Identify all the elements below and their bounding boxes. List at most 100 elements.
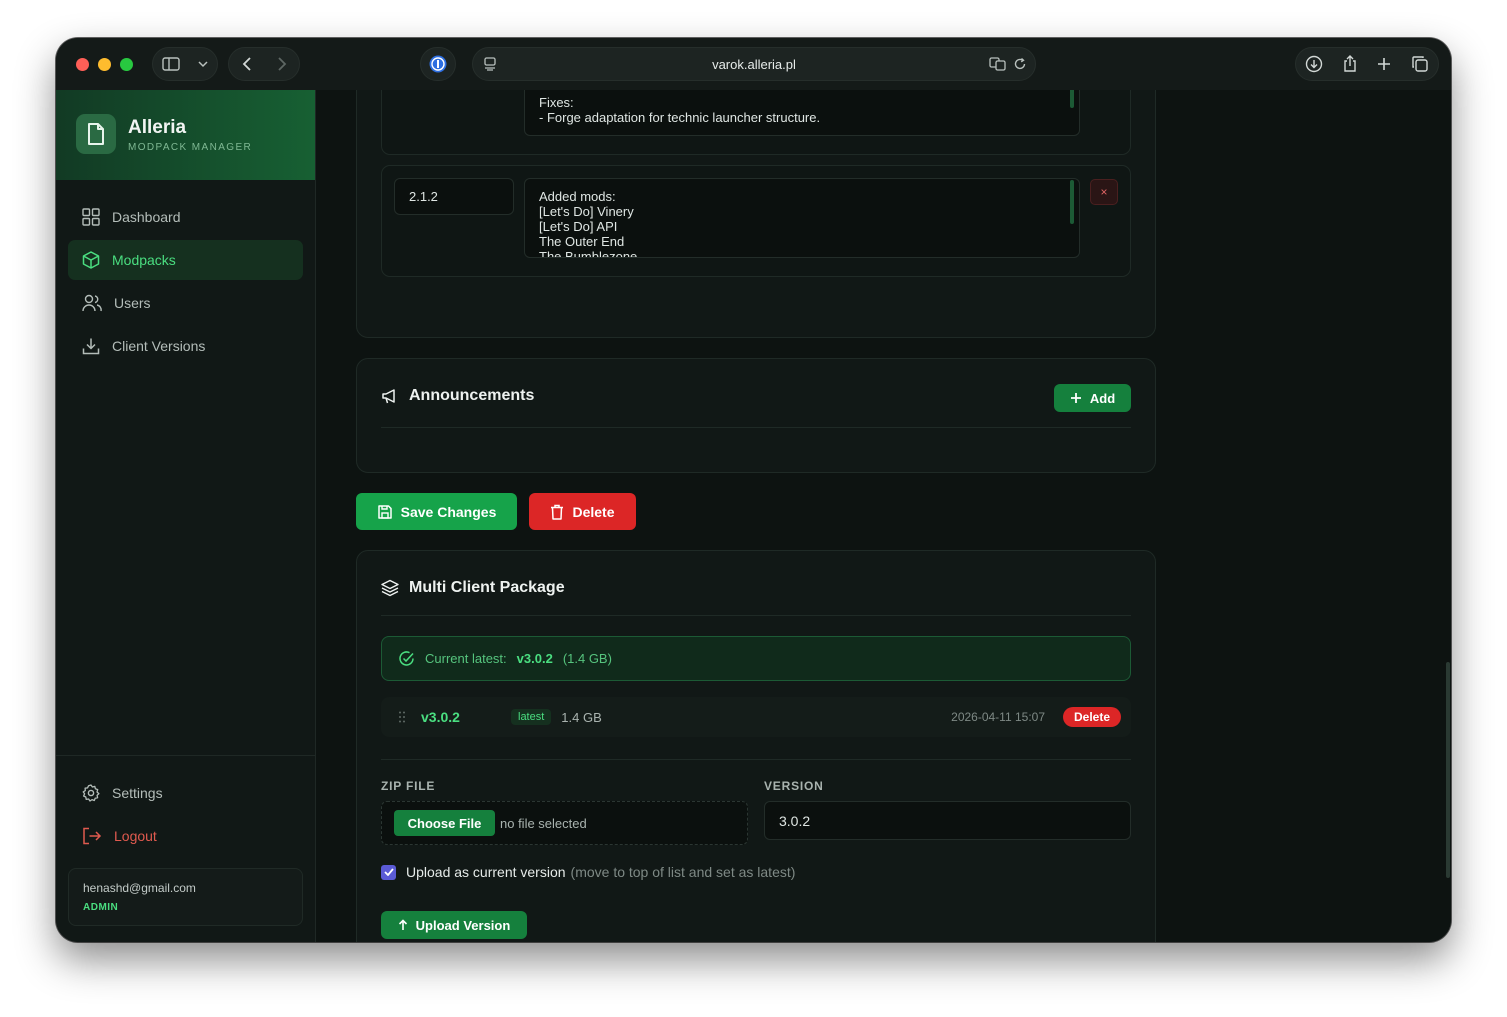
brand-subtitle: MODPACK MANAGER [128, 142, 253, 153]
password-manager-icon [429, 55, 447, 73]
announcements-title: Announcements [381, 387, 534, 405]
upload-current-label: Upload as current version [406, 864, 566, 880]
trash-icon [551, 504, 564, 520]
card-divider [381, 427, 1131, 428]
page-scrollbar[interactable] [1446, 662, 1450, 878]
plus-icon [1070, 393, 1081, 403]
current-latest-banner: Current latest: v3.0.2 (1.4 GB) [381, 636, 1131, 681]
history-nav-group[interactable] [228, 47, 300, 81]
back-icon[interactable] [242, 57, 252, 71]
close-window-button[interactable] [76, 58, 89, 71]
layers-icon [381, 579, 399, 597]
browser-toolbar: varok.alleria.pl [56, 38, 1451, 90]
save-icon [377, 504, 392, 519]
changelog-notes-textarea[interactable]: Added mods: [Let's Do] Vinery [Let's Do]… [524, 178, 1080, 258]
textarea-scrollbar[interactable] [1070, 90, 1074, 108]
check-circle-icon [399, 651, 414, 666]
sidebar-toggle-group[interactable] [152, 47, 218, 81]
changelog-version-input[interactable]: 2.1.2 [394, 178, 514, 215]
arrow-up-icon [398, 919, 407, 930]
brand-title: Alleria [128, 117, 187, 138]
sidebar-toggle-icon[interactable] [162, 57, 180, 71]
delete-version-button[interactable]: Delete [1063, 707, 1121, 727]
changelog-notes-textarea[interactable]: Fixes: - Forge adaptation for technic la… [524, 90, 1080, 136]
nav-label: Client Versions [112, 338, 206, 354]
tab-overview-icon[interactable] [1411, 55, 1429, 73]
url-text[interactable]: varok.alleria.pl [473, 57, 1035, 72]
current-latest-version: v3.0.2 [516, 651, 553, 666]
zoom-window-button[interactable] [120, 58, 133, 71]
upload-current-hint: (move to top of list and set as latest) [570, 864, 796, 880]
sidebar-divider [56, 755, 315, 756]
nav-label: Users [114, 295, 151, 311]
gear-icon [82, 784, 100, 802]
zip-file-label: ZIP FILE [381, 779, 436, 793]
save-label: Save Changes [400, 503, 497, 520]
forward-icon[interactable] [277, 57, 287, 71]
address-bar[interactable]: varok.alleria.pl [472, 47, 1036, 81]
upload-version-button[interactable]: Upload Version [381, 911, 527, 939]
nav-item-client-versions[interactable]: Client Versions [68, 326, 303, 366]
download-icon [82, 338, 100, 355]
grid-icon [82, 208, 100, 226]
current-latest-size: (1.4 GB) [562, 651, 612, 666]
upload-current-option[interactable]: Upload as current version (move to top o… [381, 864, 795, 880]
nav-item-users[interactable]: Users [68, 283, 303, 323]
upload-current-checkbox[interactable] [381, 864, 396, 880]
logout-icon [83, 827, 102, 845]
add-label: Add [1089, 390, 1116, 406]
nav-item-modpacks[interactable]: Modpacks [68, 240, 303, 280]
version-label: VERSION [764, 779, 824, 793]
card-divider [381, 759, 1131, 760]
zip-file-input[interactable]: Choose File no file selected [381, 801, 748, 845]
minimize-window-button[interactable] [98, 58, 111, 71]
toolbar-actions-group [1295, 47, 1439, 81]
changelog-card: Fixes: - Forge adaptation for technic la… [356, 90, 1156, 338]
chevron-down-icon[interactable] [198, 60, 208, 68]
downloads-icon[interactable] [1305, 55, 1323, 73]
delete-label: Delete [572, 503, 615, 520]
multi-client-title-text: Multi Client Package [409, 579, 565, 596]
nav-label: Dashboard [112, 209, 181, 225]
megaphone-icon [382, 389, 395, 404]
nav-item-settings[interactable]: Settings [68, 773, 303, 813]
main-content: Fixes: - Forge adaptation for technic la… [316, 90, 1451, 942]
new-tab-icon[interactable] [1376, 56, 1392, 72]
multi-client-title: Multi Client Package [381, 579, 565, 597]
version-input[interactable]: 3.0.2 [764, 801, 1131, 840]
no-file-text: no file selected [500, 815, 587, 831]
add-announcement-button[interactable]: Add [1054, 384, 1131, 412]
brand-header: Alleria MODPACK MANAGER [56, 90, 315, 180]
logout-button[interactable]: Logout [68, 816, 303, 856]
delete-modpack-button[interactable]: Delete [529, 493, 636, 530]
multi-client-card: Multi Client Package Current latest: v3.… [356, 550, 1156, 942]
save-changes-button[interactable]: Save Changes [356, 493, 517, 530]
checkmark-icon [383, 868, 394, 876]
announcements-title-text: Announcements [409, 387, 535, 404]
password-manager-button[interactable] [420, 47, 456, 81]
version-name: v3.0.2 [421, 709, 460, 725]
drag-handle-icon[interactable] [399, 711, 405, 723]
users-icon [82, 294, 102, 312]
nav-label: Logout [114, 828, 157, 844]
choose-file-button[interactable]: Choose File [394, 810, 495, 836]
browser-window: varok.alleria.pl Alleria MODPACK MANAGER… [56, 38, 1451, 942]
reload-icon[interactable] [1013, 57, 1027, 71]
version-date: 2026-04-11 15:07 [951, 710, 1045, 724]
package-icon [82, 251, 100, 269]
textarea-scrollbar[interactable] [1070, 180, 1074, 224]
announcements-card: Announcements Add [356, 358, 1156, 473]
file-icon [76, 114, 116, 154]
user-card: henashd@gmail.com ADMIN [68, 868, 303, 926]
upload-label: Upload Version [415, 917, 511, 933]
nav-item-dashboard[interactable]: Dashboard [68, 197, 303, 237]
remove-entry-button[interactable]: × [1090, 179, 1118, 205]
nav-label: Modpacks [112, 252, 176, 268]
version-size: 1.4 GB [561, 709, 602, 725]
user-role-badge: ADMIN [83, 902, 119, 913]
share-icon[interactable] [1342, 55, 1358, 73]
user-email: henashd@gmail.com [83, 881, 196, 895]
nav-label: Settings [112, 785, 163, 801]
version-list-row: v3.0.2 latest 1.4 GB 2026-04-11 15:07 De… [381, 697, 1131, 737]
translate-icon[interactable] [989, 57, 1007, 71]
